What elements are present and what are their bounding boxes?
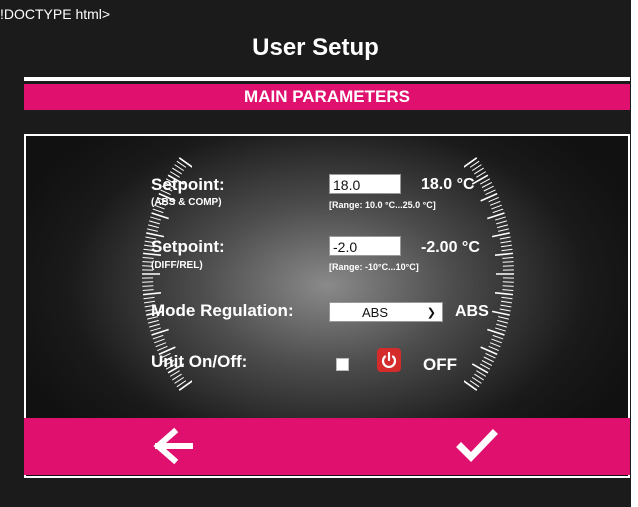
gauge-tick [480, 192, 498, 202]
gauge-tick [495, 216, 506, 221]
setpoint-diff-label: Setpoint: [151, 237, 225, 256]
checkmark-icon [456, 429, 498, 463]
app-window: !DOCTYPE html> User Setup MAIN PARAMETER… [0, 0, 631, 507]
gauge-tick [494, 252, 514, 257]
setpoint-diff-range: [Range: -10°C...10°C] [329, 262, 419, 272]
gauge-tick [172, 373, 182, 381]
mode-regulation-value: ABS [455, 303, 489, 320]
gauge-tick [150, 327, 161, 332]
gauge-tick [142, 256, 154, 259]
gauge-tick [500, 300, 512, 304]
gauge-tick [495, 327, 506, 332]
gauge-tick [488, 197, 499, 203]
gauge-tick [499, 308, 511, 312]
gauge-tick [483, 356, 494, 363]
gauge-tick [491, 310, 510, 316]
gauge-tick [172, 167, 182, 175]
gauge-tick [500, 240, 512, 244]
chevron-down-icon: ❯ [426, 307, 436, 319]
gauge-tick [155, 342, 167, 348]
gauge-tick [501, 296, 513, 300]
gauge-tick [489, 342, 501, 348]
power-icon [381, 351, 397, 368]
setpoint-diff-sublabel: (DIFF/REL) [151, 260, 203, 271]
arrow-left-icon [153, 427, 193, 465]
gauge-tick [480, 346, 498, 356]
setpoint-diff-value: -2.00 °C [421, 239, 480, 256]
gauge-tick [500, 304, 512, 308]
gauge-tick [147, 228, 158, 232]
gauge-tick [142, 285, 154, 287]
gauge-tick [492, 208, 504, 214]
setpoint-abs-label: Setpoint: [151, 175, 225, 194]
gauge-tick [143, 296, 155, 300]
gauge-tick [488, 345, 499, 351]
page-title: User Setup [252, 34, 379, 61]
gauge-tick [502, 285, 514, 287]
setpoint-diff-input[interactable]: -2.0 [329, 236, 401, 256]
gauge-tick [149, 220, 160, 225]
gauge-tick [142, 291, 162, 296]
gauge-tick [157, 345, 168, 351]
divider [24, 77, 630, 81]
section-banner: MAIN PARAMETERS [24, 84, 630, 110]
gauge-tick [152, 334, 164, 340]
gauge-tick [497, 319, 509, 324]
setpoint-abs-range: [Range: 10.0 °C...25.0 °C] [329, 200, 436, 210]
gauge-tick [491, 338, 502, 344]
gauge-tick [499, 236, 511, 240]
back-button[interactable] [152, 426, 194, 466]
gauge-tick [481, 182, 493, 188]
gauge-tick [474, 373, 484, 381]
unit-onoff-label: Unit On/Off: [151, 352, 248, 371]
gauge-tick [471, 363, 489, 374]
gauge-tick [502, 256, 514, 259]
gauge-tick [497, 224, 509, 229]
gauge-tick [492, 334, 504, 340]
gauge-tick [483, 185, 494, 192]
unit-onoff-checkbox[interactable] [336, 358, 349, 371]
gauge-tick [501, 248, 513, 252]
mode-regulation-select[interactable]: ABS ❯ [329, 302, 443, 322]
stray-doctype-text: !DOCTYPE html> [0, 6, 111, 22]
confirm-button[interactable] [456, 426, 498, 466]
gauge-tick [502, 289, 514, 292]
gauge-tick [500, 244, 512, 248]
gauge-tick [489, 200, 501, 206]
mode-regulation-selected: ABS [362, 305, 389, 320]
gauge-tick [474, 167, 484, 175]
gauge-tick [496, 323, 507, 328]
setpoint-abs-sublabel: (ABS & COMP) [151, 197, 222, 208]
gauge-tick [491, 232, 510, 238]
unit-onoff-status: OFF [423, 355, 457, 374]
gauge-tick [485, 353, 496, 359]
setpoint-abs-value: 18.0 °C [421, 176, 475, 193]
gauge-tick [496, 220, 507, 225]
gauge-tick [149, 323, 160, 328]
gauge-tick [494, 291, 514, 296]
power-button[interactable] [377, 348, 401, 372]
gauge-tick [150, 216, 161, 221]
gauge-tick [491, 204, 502, 210]
gauge-tick [154, 338, 165, 344]
mode-regulation-label: Mode Regulation: [151, 301, 294, 320]
bottom-action-bar [24, 418, 630, 475]
setpoint-abs-input[interactable]: 18.0 [329, 174, 401, 194]
gauge-tick [502, 261, 514, 263]
gauge-tick [498, 228, 509, 232]
right-gauge-scale [464, 157, 514, 391]
gauge-tick [147, 224, 159, 229]
gauge-tick [152, 208, 164, 214]
gauge-tick [485, 189, 496, 195]
gauge-tick [142, 289, 154, 292]
gauge-tick [498, 316, 509, 320]
gauge-tick [481, 360, 493, 366]
